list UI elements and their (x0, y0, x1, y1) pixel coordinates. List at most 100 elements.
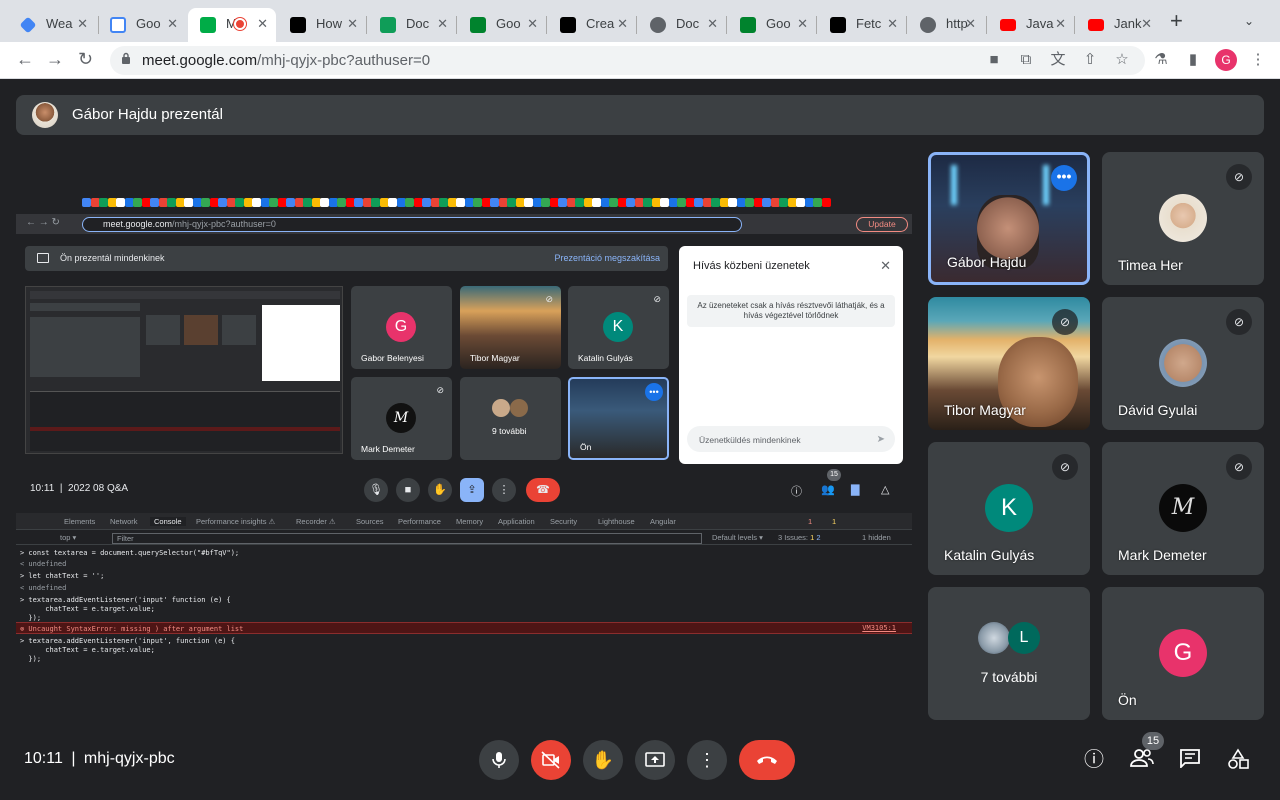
open-external-icon[interactable]: ⧉ (1018, 52, 1034, 68)
address-bar[interactable]: meet.google.com/mhj-qyjx-pbc?authuser=0 … (110, 46, 1145, 75)
side-panel-icon[interactable]: ▮ (1185, 52, 1201, 68)
browser-tab[interactable]: Goo ✕ (728, 8, 816, 42)
close-tab-icon[interactable]: ✕ (1055, 8, 1066, 40)
shared-tile: 9 további (460, 377, 561, 460)
camera-icon[interactable]: ■ (986, 52, 1002, 68)
devtools-filter-bar: top ▾ Filter Default levels ▾ 3 Issues: … (16, 531, 912, 545)
browser-tab[interactable]: Wea ✕ (8, 8, 96, 42)
people-count-badge: 15 (1142, 732, 1164, 750)
participant-tile-self[interactable]: G Ön (1102, 587, 1264, 720)
raise-hand-button[interactable]: ✋ (583, 740, 623, 780)
participant-tile-david-gyulai[interactable]: ⊘ Dávid Gyulai (1102, 297, 1264, 430)
close-tab-icon[interactable]: ✕ (437, 8, 448, 40)
browser-tab[interactable]: Doc ✕ (638, 8, 726, 42)
shared-tile: ⊘ M Mark Demeter (351, 377, 452, 460)
presenter-text: Gábor Hajdu prezentál (72, 106, 223, 123)
close-tab-icon[interactable]: ✕ (77, 8, 88, 40)
close-tab-icon[interactable]: ✕ (1141, 8, 1152, 40)
bookmark-star-icon[interactable]: ☆ (1114, 52, 1130, 68)
mini-tab-favicon-icon (99, 198, 108, 207)
browser-tab[interactable]: Goo ✕ (458, 8, 546, 42)
mic-off-icon: ⊘ (1226, 309, 1252, 335)
mini-tab-favicon-icon (303, 198, 312, 207)
update-button: Update (856, 217, 908, 232)
participant-tile-mark-demeter[interactable]: ⊘ M Mark Demeter (1102, 442, 1264, 575)
shared-screen[interactable]: ← → ↻ meet.google.com/mhj-qyjx-pbc?authu… (16, 190, 912, 665)
hand-icon: ✋ (591, 750, 615, 770)
profile-avatar[interactable]: G (1215, 49, 1237, 71)
mic-off-icon: ⊘ (1226, 454, 1252, 480)
participant-tile-tibor-magyar[interactable]: ⊘ Tibor Magyar (928, 297, 1090, 430)
share-icon[interactable]: ⇧ (1082, 52, 1098, 68)
browser-tab[interactable]: Crea ✕ (548, 8, 636, 42)
forward-arrow-icon[interactable]: → (46, 49, 64, 70)
console-line: > textarea.addEventListener('input' func… (20, 596, 231, 604)
dev-favicon-icon (560, 17, 576, 33)
more-options-button[interactable]: ⋮ (687, 740, 727, 780)
browser-menu-icon[interactable]: ⋮ (1250, 52, 1266, 68)
camera-off-button[interactable] (531, 740, 571, 780)
mic-off-icon: ⊘ (1226, 164, 1252, 190)
mini-tab-favicon-icon (541, 198, 550, 207)
participant-tile-timea-her[interactable]: ⊘ Timea Her (1102, 152, 1264, 285)
activities-icon[interactable] (1226, 748, 1250, 772)
browser-tab[interactable]: Jank ✕ (1076, 8, 1160, 42)
chat-bubble-icon (1180, 749, 1200, 770)
close-icon: ✕ (880, 258, 891, 273)
back-arrow-icon[interactable]: ← (16, 49, 34, 70)
participant-name: Timea Her (1118, 257, 1183, 273)
more-options-icon[interactable]: ••• (1051, 165, 1077, 191)
close-tab-icon[interactable]: ✕ (257, 8, 268, 40)
browser-tab-active[interactable]: M ✕ (188, 8, 276, 42)
meeting-details: 10:11 | mhj-qyjx-pbc (24, 750, 175, 768)
browser-tab[interactable]: Goo ✕ (98, 8, 186, 42)
presenter-banner: Gábor Hajdu prezentál (16, 95, 1264, 135)
reload-icon[interactable]: ↻ (78, 49, 93, 70)
labs-flask-icon[interactable]: ⚗ (1153, 52, 1169, 68)
participant-name: Ön (1118, 692, 1137, 708)
browser-tab[interactable]: Fetc ✕ (818, 8, 906, 42)
leave-call-button[interactable] (739, 740, 795, 780)
participant-tile-others[interactable]: L 7 további (928, 587, 1090, 720)
close-tab-icon[interactable]: ✕ (965, 8, 976, 40)
shared-tile: ⊘ Tibor Magyar (460, 286, 561, 369)
mini-tab-favicon-icon (728, 198, 737, 207)
chat-icon[interactable] (1178, 748, 1202, 772)
close-tab-icon[interactable]: ✕ (347, 8, 358, 40)
close-tab-icon[interactable]: ✕ (527, 8, 538, 40)
close-tab-icon[interactable]: ✕ (707, 8, 718, 40)
tab-label: Doc (406, 16, 430, 31)
mini-tab-favicon-icon (821, 198, 831, 207)
time: 10:11 (24, 750, 63, 767)
avatar (32, 102, 58, 128)
browser-tab[interactable]: Java ✕ (988, 8, 1074, 42)
back-arrow-icon: ← → ↻ (26, 217, 60, 228)
devtools-tab: Angular (650, 517, 676, 526)
browser-tab[interactable]: How ✕ (278, 8, 366, 42)
participant-tile-gabor-hajdu[interactable]: ••• Gábor Hajdu (928, 152, 1090, 285)
browser-tab[interactable]: http ✕ (908, 8, 984, 42)
microphone-button[interactable] (479, 740, 519, 780)
tab-search-chevron-icon[interactable]: ⌄ (1244, 14, 1254, 28)
close-tab-icon[interactable]: ✕ (617, 8, 628, 40)
mini-tab-favicon-icon (456, 198, 465, 207)
mini-tab-favicon-icon (694, 198, 703, 207)
tab-label: Goo (496, 16, 521, 31)
people-icon[interactable] (1130, 748, 1154, 772)
present-button[interactable] (635, 740, 675, 780)
close-tab-icon[interactable]: ✕ (797, 8, 808, 40)
browser-tab[interactable]: Doc ✕ (368, 8, 456, 42)
mic-off-icon: ⊘ (653, 294, 661, 304)
mic-off-icon: ⊘ (436, 385, 444, 395)
devtools-tab: Console (150, 517, 186, 526)
close-tab-icon[interactable]: ✕ (167, 8, 178, 40)
new-tab-button[interactable]: + (1170, 8, 1183, 34)
translate-icon[interactable]: 文 (1050, 52, 1066, 68)
participant-tile-katalin-gulyas[interactable]: ⊘ K Katalin Gulyás (928, 442, 1090, 575)
mini-tab-favicon-icon (558, 198, 567, 207)
tab-label: Wea (46, 16, 73, 31)
url-host: meet.google.com (103, 219, 173, 229)
avatar (1159, 339, 1207, 387)
close-tab-icon[interactable]: ✕ (887, 8, 898, 40)
meeting-info-icon[interactable]: ⓘ (1082, 748, 1106, 772)
